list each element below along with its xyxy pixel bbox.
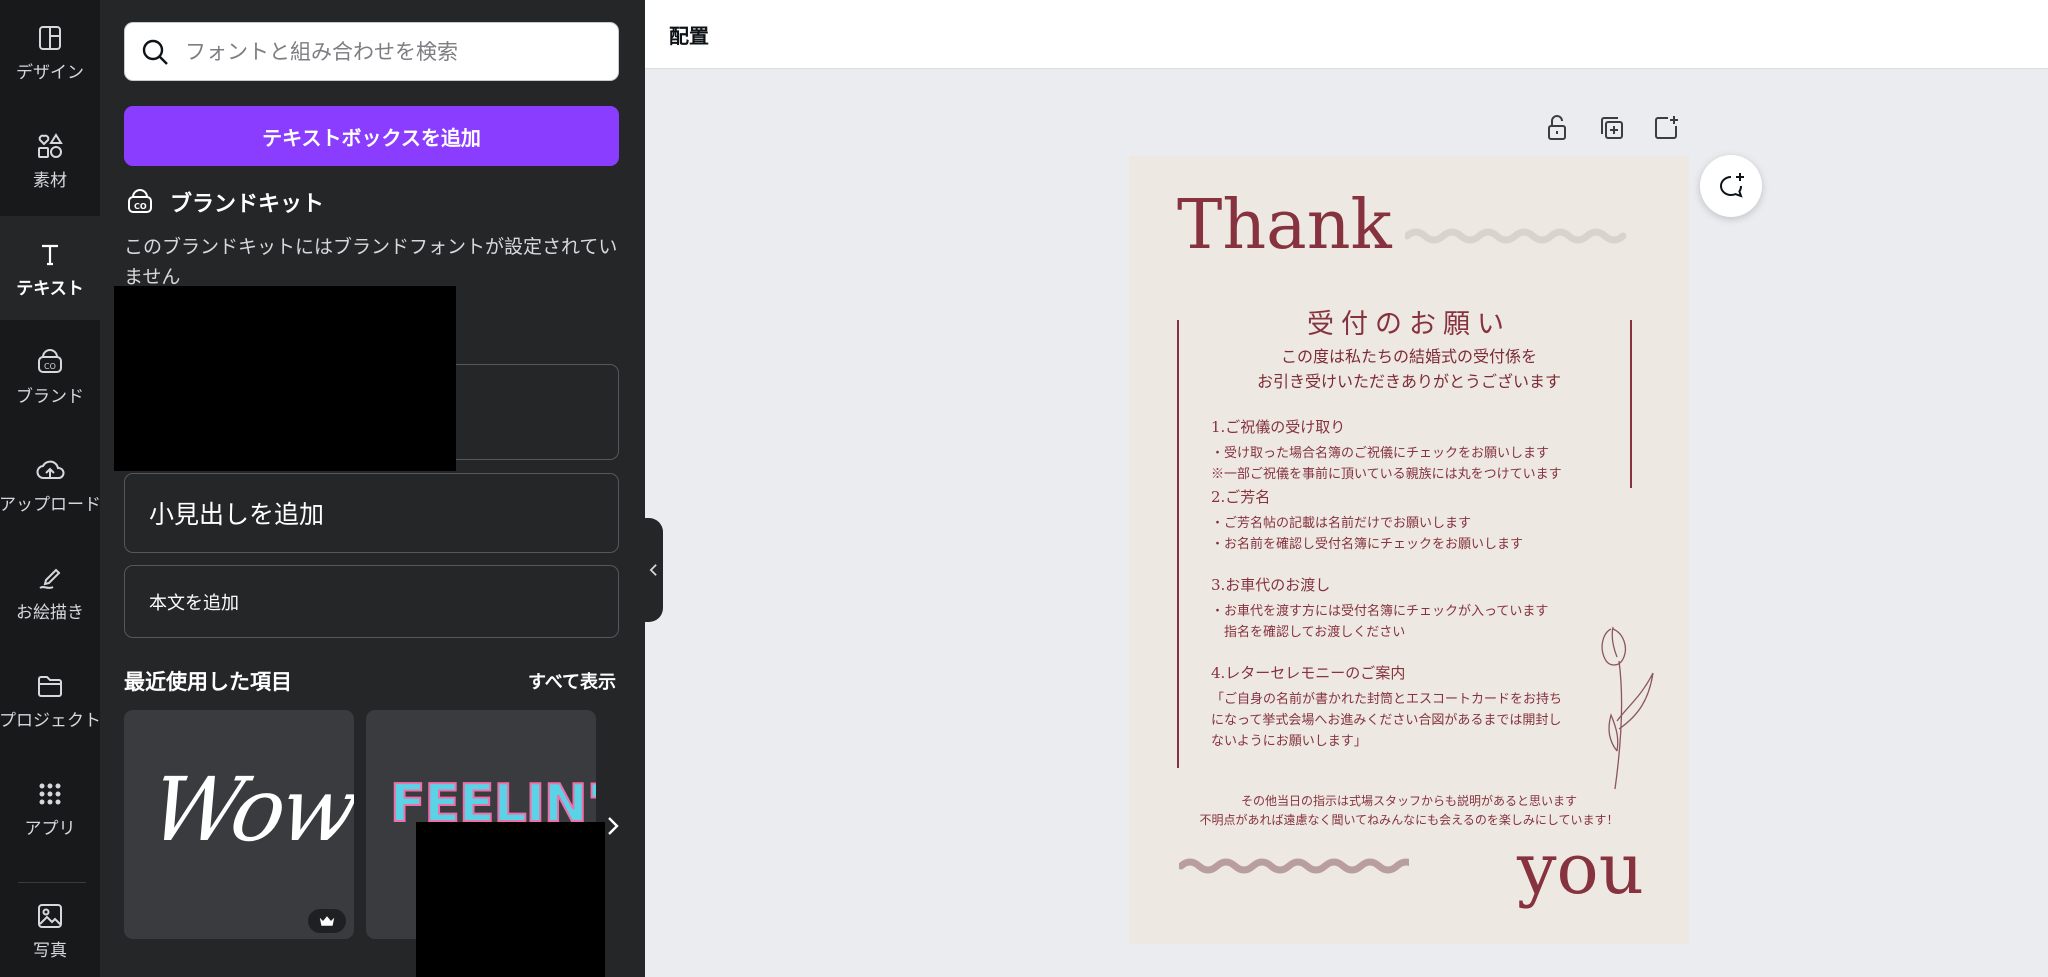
text-panel: テキストボックスを追加 CO ブランドキット このブランドキットにはブランドフォ… [100,0,645,977]
section-line: ・お名前を確認し受付名簿にチェックをお願いします [1211,537,1524,552]
crown-icon [319,916,335,926]
comment-add-icon [1720,173,1744,198]
add-body-text-button[interactable]: 本文を追加 [124,565,619,638]
footer-line: その他当日の指示は式場スタッフからも説明があると思います [1240,794,1577,808]
duplicate-page-icon[interactable] [1596,112,1628,144]
add-textbox-button[interactable]: テキストボックスを追加 [124,106,619,166]
recent-item-text: Wow! [142,758,354,861]
layout-icon [39,25,61,50]
recent-item-wow[interactable]: Wow! [124,710,354,939]
rail-label: 素材 [33,170,67,191]
section-title: 3.お車代のお渡し [1211,576,1331,594]
search-input[interactable] [185,39,605,64]
section-line: になって挙式会場へお進みください合図があるまでは開封し [1211,713,1562,728]
intro-line: この度は私たちの結婚式の受付係を [1280,347,1537,366]
rail-label: アプリ [24,818,76,839]
brand-kit-icon: CO [128,189,152,213]
subheading-label: 小見出しを追加 [149,500,325,529]
body-label: 本文を追加 [149,592,239,614]
brand-kit-description: このブランドキットにはブランドフォントが設定されていません [124,236,618,288]
rail-label: テキスト [16,278,84,299]
redacted-region [114,286,456,471]
svg-text:CO: CO [44,362,56,371]
section-title: 4.レターセレモニーのご案内 [1211,664,1406,682]
carousel-next-button[interactable] [602,812,624,840]
font-search-box[interactable] [124,22,619,81]
collapse-panel-handle[interactable] [643,518,663,622]
folder-icon [38,675,62,697]
decorative-wave [1405,228,1627,244]
rail-label: ブランド [16,386,84,407]
rail-item-elements[interactable]: 素材 [0,108,100,212]
card-you-text: you [1517,828,1644,910]
card-intro: この度は私たちの結婚式の受付係を お引き受けいただきありがとうございます [1129,344,1689,394]
recent-section-title: 最近使用した項目 [124,670,292,694]
card-title: 受付のお願い [1307,309,1511,340]
show-all-link[interactable]: すべて表示 [528,668,616,694]
card-section: 3.お車代のお渡し ・お車代を渡す方には受付名簿にチェックが入っています 指名を… [1211,574,1611,643]
brand-icon: CO [38,348,62,373]
section-line: ・お車代を渡す方には受付名簿にチェックが入っています [1211,604,1549,619]
rail-item-upload[interactable]: アップロード [0,432,101,536]
card-section: 1.ご祝儀の受け取り ・受け取った場合名簿のご祝儀にチェックをお願いします ※一… [1211,416,1611,485]
rail-item-design[interactable]: デザイン [0,0,100,104]
rail-item-text[interactable]: テキスト [0,216,100,320]
draw-icon [39,568,61,589]
rail-label: 写真 [33,941,67,961]
card-section: 2.ご芳名 ・ご芳名帖の記載は名前だけでお願いします ・お名前を確認し受付名簿に… [1211,486,1611,555]
section-line: ・ご芳名帖の記載は名前だけでお願いします [1211,516,1472,531]
editor-topbar: 配置 [645,0,2048,69]
card-footer: その他当日の指示は式場スタッフからも説明があると思います 不明点があれば遠慮なく… [1129,792,1689,830]
design-page-card[interactable]: Thank 受付のお願い この度は私たちの結婚式の受付係を お引き受けいただきあ… [1129,156,1689,944]
chevron-left-icon [649,564,657,576]
rail-item-photos[interactable]: 写真 [0,884,100,977]
section-line: ※一部ご祝儀を事前に頂いている親族には丸をつけています [1211,467,1562,482]
photo-icon [38,904,62,928]
section-line: 「ご自身の名前が書かれた封筒とエスコートカードをお持ち [1211,692,1563,707]
decorative-wave [1179,858,1409,874]
section-line: ないようにお願いします」 [1211,734,1367,749]
position-button[interactable]: 配置 [669,20,709,49]
svg-text:CO: CO [134,202,147,211]
search-icon [142,39,168,65]
section-title: 2.ご芳名 [1211,488,1271,506]
rail-label: お絵描き [16,602,84,623]
add-page-icon[interactable] [1650,112,1682,144]
section-line: ・受け取った場合名簿のご祝儀にチェックをお願いします [1211,446,1550,461]
text-icon [42,244,58,265]
rail-divider [18,882,86,883]
section-line: 指名を確認してお渡しください [1211,625,1406,640]
brand-kit-title: ブランドキット [170,192,325,217]
shapes-icon [38,132,63,158]
brand-kit-header: CO ブランドキット [124,186,324,218]
rail-item-apps[interactable]: アプリ [0,756,100,860]
apps-grid-icon [39,783,61,804]
rail-label: デザイン [16,62,84,83]
rail-item-projects[interactable]: プロジェクト [0,648,101,752]
intro-line: お引き受けいただきありがとうございます [1256,372,1561,391]
add-comment-button[interactable] [1700,155,1762,217]
section-title: 1.ご祝儀の受け取り [1211,418,1346,436]
card-section: 4.レターセレモニーのご案内 「ご自身の名前が書かれた封筒とエスコートカードをお… [1211,662,1611,752]
premium-crown-badge [308,909,346,933]
card-thank-text: Thank [1177,186,1392,265]
rail-item-brand[interactable]: CO ブランド [0,324,100,428]
unlock-icon[interactable] [1541,112,1573,144]
redacted-region [416,822,605,977]
rail-label: プロジェクト [0,710,101,731]
tulip-illustration-icon [1601,626,1654,790]
side-rail: デザイン 素材 テキスト CO ブランド アップロード お絵描き プロジェクト … [0,0,101,977]
add-subheading-button[interactable]: 小見出しを追加 [124,473,619,553]
chevron-right-icon [608,817,619,835]
cloud-upload-icon [36,460,65,479]
rail-item-draw[interactable]: お絵描き [0,540,100,644]
rail-label: アップロード [0,494,101,515]
